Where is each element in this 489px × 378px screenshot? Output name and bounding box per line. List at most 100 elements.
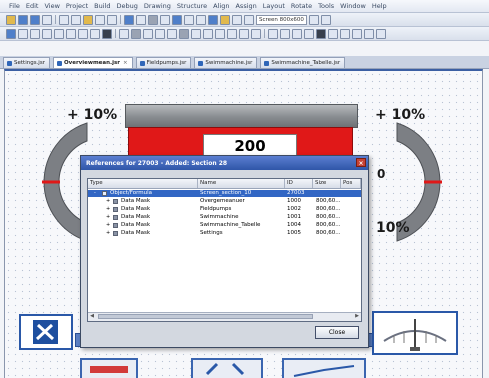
align-left-icon[interactable]	[268, 28, 278, 39]
build-icon[interactable]	[124, 14, 134, 25]
text-icon[interactable]	[143, 28, 153, 39]
list-item[interactable]: + Data Mask Swimmachine 1001 800,60...	[88, 214, 361, 221]
menu-structure[interactable]: Structure	[177, 2, 207, 10]
redo-icon[interactable]	[107, 14, 117, 25]
references-list[interactable]: Type Name ID Size Pos - Object/Formula S…	[87, 178, 362, 322]
new-file-icon[interactable]	[6, 14, 16, 25]
ungroup-icon[interactable]	[328, 28, 338, 39]
menu-debug[interactable]: Debug	[117, 2, 138, 10]
rounded-rectangle-icon[interactable]	[54, 28, 64, 39]
list-item[interactable]: - Object/Formula Screen_section_10 27003	[88, 190, 361, 197]
mixer-panel[interactable]	[372, 311, 458, 355]
close-tab-icon[interactable]: ×	[123, 60, 128, 66]
rectangle-icon[interactable]	[42, 28, 52, 39]
tab-overview[interactable]: Overviewmean.jsr ×	[52, 57, 133, 68]
undo-icon[interactable]	[95, 14, 105, 25]
close-button[interactable]: Close	[315, 326, 359, 339]
trend-icon[interactable]	[215, 28, 225, 39]
bitmap-icon[interactable]	[119, 28, 129, 39]
polyline-icon[interactable]	[30, 28, 40, 39]
dialog-title-bar[interactable]: References for 27003 - Added: Section 28…	[81, 156, 368, 170]
menu-drawing[interactable]: Drawing	[144, 2, 171, 10]
line-icon[interactable]	[18, 28, 28, 39]
menu-build[interactable]: Build	[94, 2, 110, 10]
preview-icon[interactable]	[232, 14, 242, 25]
fill-icon[interactable]	[102, 28, 112, 39]
snap-icon[interactable]	[196, 14, 206, 25]
button-icon[interactable]	[179, 28, 189, 39]
menu-help[interactable]: Help	[372, 2, 387, 10]
tab-fieldpumps[interactable]: Fieldpumps.jsr	[135, 57, 192, 68]
alarm-icon[interactable]	[227, 28, 237, 39]
output-field-icon[interactable]	[167, 28, 177, 39]
dropdown-icon[interactable]	[308, 14, 319, 25]
bring-front-icon[interactable]	[340, 28, 350, 39]
menu-edit[interactable]: Edit	[26, 2, 39, 10]
list-item[interactable]: + Data Mask Overgemeanuer 1000 800,60...	[88, 198, 361, 205]
list-item[interactable]: + Data Mask Swimmachine_Tabelle 1004 800…	[88, 222, 361, 229]
expand-toggle[interactable]: +	[106, 214, 110, 221]
run-icon[interactable]	[136, 14, 146, 25]
column-header-name[interactable]: Name	[198, 179, 285, 188]
menu-window[interactable]: Window	[340, 2, 366, 10]
flip-icon[interactable]	[376, 28, 386, 39]
menu-assign[interactable]: Assign	[235, 2, 256, 10]
column-header-size[interactable]: Size	[313, 179, 341, 188]
open-folder-icon[interactable]	[18, 14, 28, 25]
cut-icon[interactable]	[59, 14, 69, 25]
meter-icon[interactable]	[239, 28, 249, 39]
bottom-button-chart[interactable]	[282, 358, 366, 378]
expand-toggle[interactable]: +	[106, 230, 110, 237]
align-center-icon[interactable]	[280, 28, 290, 39]
menu-project[interactable]: Project	[66, 2, 88, 10]
scroll-left-icon[interactable]: ◀	[88, 313, 96, 320]
arc-icon[interactable]	[78, 28, 88, 39]
bar-graph-icon[interactable]	[131, 28, 141, 39]
color-icon[interactable]	[220, 14, 230, 25]
stop-icon[interactable]	[148, 14, 158, 25]
rotate-icon[interactable]	[364, 28, 374, 39]
close-icon[interactable]: ×	[356, 158, 366, 167]
tab-swimmachine[interactable]: Swimmachine.jsr	[194, 57, 258, 68]
collapse-toggle[interactable]: -	[94, 190, 96, 197]
menu-file[interactable]: File	[9, 2, 20, 10]
help-icon[interactable]	[320, 14, 331, 25]
pointer-icon[interactable]	[6, 28, 16, 39]
list-item[interactable]: + Data Mask Settings 1005 800,60...	[88, 230, 361, 237]
zoom-icon[interactable]	[244, 14, 254, 25]
expand-toggle[interactable]: +	[106, 206, 110, 213]
column-header-pos[interactable]: Pos	[341, 179, 361, 188]
menu-tools[interactable]: Tools	[318, 2, 334, 10]
bottom-button-tools[interactable]	[191, 358, 263, 378]
menu-layout[interactable]: Layout	[263, 2, 285, 10]
layer-icon[interactable]	[208, 14, 218, 25]
switch-icon[interactable]	[191, 28, 201, 39]
expand-toggle[interactable]: +	[106, 222, 110, 229]
menu-rotate[interactable]: Rotate	[291, 2, 312, 10]
align-right-icon[interactable]	[292, 28, 302, 39]
copy-icon[interactable]	[71, 14, 81, 25]
menu-align[interactable]: Align	[213, 2, 229, 10]
slider-icon[interactable]	[251, 28, 261, 39]
bottom-button-red[interactable]	[80, 358, 138, 378]
tab-swimmachine-tabelle[interactable]: Swimmachine_Tabelle.jsr	[260, 57, 346, 68]
expand-toggle[interactable]: +	[106, 198, 110, 205]
ellipse-icon[interactable]	[66, 28, 76, 39]
table-icon[interactable]	[203, 28, 213, 39]
transfer-icon[interactable]	[172, 14, 182, 25]
tab-settings[interactable]: Settings.jsr	[3, 57, 50, 68]
tool-panel[interactable]	[19, 314, 73, 350]
horizontal-scrollbar[interactable]: ◀ ▶	[88, 312, 361, 321]
send-back-icon[interactable]	[352, 28, 362, 39]
screen-size-field[interactable]: Screen 800x600	[256, 14, 307, 25]
scroll-right-icon[interactable]: ▶	[353, 313, 361, 320]
save-all-icon[interactable]	[42, 14, 52, 25]
column-header-id[interactable]: ID	[285, 179, 313, 188]
grid-icon[interactable]	[184, 14, 194, 25]
debug-icon[interactable]	[160, 14, 170, 25]
group-icon[interactable]	[316, 28, 326, 39]
scrollbar-thumb[interactable]	[98, 314, 313, 319]
list-item[interactable]: + Data Mask Fieldpumps 1002 800,60...	[88, 206, 361, 213]
polygon-icon[interactable]	[90, 28, 100, 39]
column-header-type[interactable]: Type	[88, 179, 198, 188]
